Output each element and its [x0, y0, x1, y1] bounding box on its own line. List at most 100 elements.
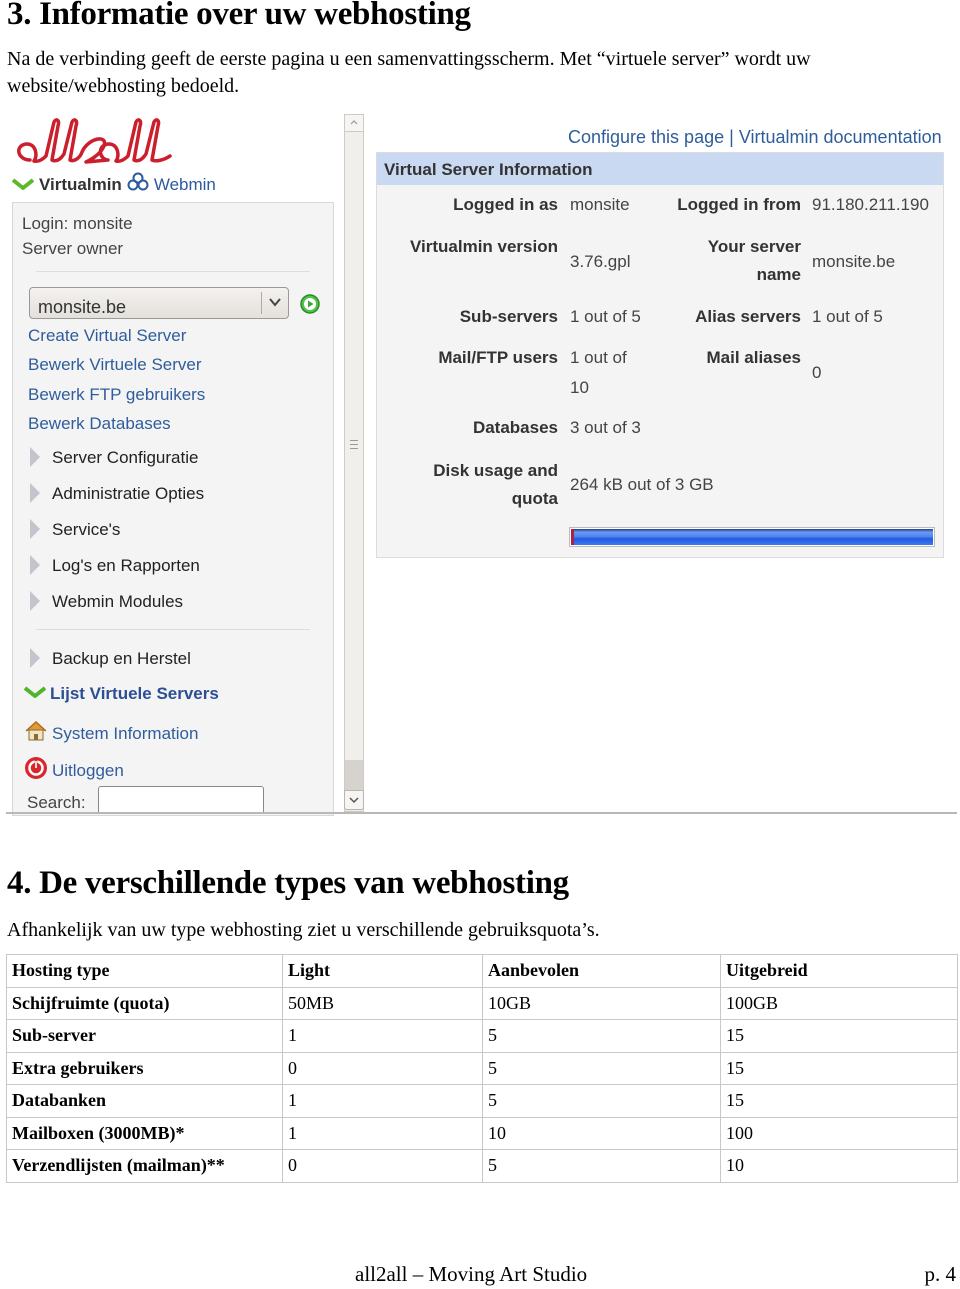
- go-button[interactable]: [300, 294, 320, 314]
- section-3-paragraph-line-1: Na de verbinding geeft de eerste pagina …: [7, 48, 811, 70]
- table-cell: 15: [720, 1051, 958, 1085]
- select-separator: [261, 292, 262, 314]
- link-bewerk-virtuele-server[interactable]: Bewerk Virtuele Server: [28, 355, 202, 375]
- expand-triangle-icon[interactable]: [30, 447, 40, 467]
- divider: [36, 629, 310, 630]
- table-cell: 50MB: [282, 986, 483, 1020]
- category-services[interactable]: Service's: [52, 520, 120, 540]
- server-name-label-line-1: Your server: [707, 237, 801, 256]
- mail-aliases-value: 0: [812, 363, 822, 382]
- domain-select[interactable]: monsite.be: [29, 287, 289, 319]
- virtualmin-version-label: Virtualmin version: [409, 237, 558, 256]
- login-role: Server owner: [22, 239, 124, 258]
- link-create-virtual-server[interactable]: Create Virtual Server: [28, 326, 186, 346]
- link-bewerk-databases[interactable]: Bewerk Databases: [28, 414, 171, 434]
- mail-ftp-users-label: Mail/FTP users: [438, 348, 558, 367]
- table-cell: 10GB: [482, 986, 721, 1020]
- table-row: Schijfruimte (quota) 50MB 10GB 100GB: [6, 986, 958, 1020]
- mail-ftp-users-value-line-1: 1 out of: [570, 348, 627, 367]
- category-backup-en-herstel[interactable]: Backup en Herstel: [52, 649, 191, 669]
- section-4-heading: 4. De verschillende types van webhosting: [7, 865, 569, 901]
- row-label-cell: Databanken: [6, 1084, 283, 1118]
- table-cell: 5: [482, 1084, 721, 1118]
- table-header-row: Hosting type Light Aanbevolen Uitgebreid: [6, 954, 958, 988]
- virtualmin-check-icon: [11, 175, 35, 195]
- nav-uitloggen[interactable]: Uitloggen: [24, 756, 124, 785]
- table-cell: 10: [720, 1149, 958, 1183]
- databases-label: Databases: [472, 418, 558, 437]
- home-icon: [24, 720, 48, 747]
- all2all-logo: [8, 116, 183, 177]
- databases-value: 3 out of 3: [570, 418, 641, 437]
- table-cell: 100: [720, 1116, 958, 1150]
- login-user: Login: monsite: [22, 214, 133, 233]
- scrollbar-grip-icon: [350, 440, 358, 452]
- webmin-tab[interactable]: Webmin: [154, 175, 216, 195]
- mail-aliases-label: Mail aliases: [706, 348, 801, 367]
- mail-ftp-users-value-line-2: 10: [570, 378, 589, 397]
- alias-servers-value: 1 out of 5: [812, 307, 883, 326]
- nav-lijst-virtuele-servers[interactable]: Lijst Virtuele Servers: [23, 684, 219, 704]
- table-cell: 0: [282, 1149, 483, 1183]
- category-administratie-opties[interactable]: Administratie Opties: [52, 484, 204, 504]
- domain-select-value: monsite.be: [38, 297, 127, 317]
- page-number: p. 4: [924, 1262, 957, 1286]
- table-cell: 1: [282, 1116, 483, 1150]
- table-cell: 5: [482, 1149, 721, 1183]
- table-row: Verzendlijsten (mailman)** 0 5 10: [6, 1149, 958, 1183]
- panel-title: Virtual Server Information: [384, 160, 593, 179]
- all2all-logo-icon: [17, 118, 172, 164]
- scroll-down-button[interactable]: [344, 790, 364, 810]
- logged-in-as-label: Logged in as: [453, 195, 558, 214]
- expand-triangle-icon[interactable]: [30, 555, 40, 575]
- category-logs-en-rapporten[interactable]: Log's en Rapporten: [52, 556, 200, 576]
- expand-triangle-icon[interactable]: [30, 519, 40, 539]
- virtualmin-tab[interactable]: Virtualmin: [39, 175, 122, 195]
- disk-usage-label-line-1: Disk usage and: [433, 461, 558, 480]
- table-cell: Light: [282, 954, 483, 988]
- row-label-cell: Mailboxen (3000MB)*: [6, 1116, 283, 1150]
- configure-page-link[interactable]: Configure this page: [568, 127, 724, 147]
- sub-servers-value: 1 out of 5: [570, 307, 641, 326]
- server-name-label-line-2: name: [756, 265, 801, 284]
- section-3-paragraph-line-2: website/webhosting bedoeld.: [7, 75, 240, 97]
- logged-in-from-value: 91.180.211.190: [812, 195, 929, 214]
- system-information-label: System Information: [52, 723, 199, 743]
- lijst-label: Lijst Virtuele Servers: [50, 684, 219, 703]
- power-icon: [24, 756, 48, 785]
- server-name-value: monsite.be: [812, 252, 896, 271]
- logged-in-as-value: monsite: [570, 195, 630, 214]
- row-label-cell: Schijfruimte (quota): [6, 986, 283, 1020]
- category-server-configuratie[interactable]: Server Configuratie: [52, 448, 198, 468]
- nav-system-information[interactable]: System Information: [24, 720, 198, 747]
- disk-usage-progress-bar: [569, 527, 935, 547]
- divider: [36, 271, 310, 272]
- search-input[interactable]: [98, 786, 264, 814]
- disk-usage-value: 264 kB out of 3 GB: [570, 475, 714, 494]
- scrollbar-track[interactable]: [345, 760, 363, 790]
- section-4-paragraph: Afhankelijk van uw type webhosting ziet …: [7, 919, 600, 941]
- virtualmin-documentation-link[interactable]: Virtualmin documentation: [739, 127, 942, 147]
- hosting-types-table: Hosting type Light Aanbevolen Uitgebreid Sch…: [6, 954, 958, 1183]
- table-row: Databanken 1 5 15: [6, 1084, 958, 1118]
- table-cell: 15: [720, 1019, 958, 1053]
- expand-triangle-icon[interactable]: [30, 591, 40, 611]
- table-row: Extra gebruikers 0 5 15: [6, 1051, 958, 1085]
- disk-free-fill: [571, 529, 933, 545]
- login-info: Login: monsite Server owner: [22, 211, 133, 261]
- disk-used-fill: [571, 529, 574, 545]
- expand-triangle-icon[interactable]: [30, 648, 40, 668]
- row-label-cell: Verzendlijsten (mailman)**: [6, 1149, 283, 1183]
- alias-servers-label: Alias servers: [695, 307, 801, 326]
- scroll-up-button[interactable]: [344, 114, 364, 132]
- table-cell: 100GB: [720, 986, 958, 1020]
- search-label: Search:: [27, 793, 86, 812]
- table-row: Sub-server 1 5 15: [6, 1019, 958, 1053]
- link-separator: |: [729, 127, 734, 147]
- category-webmin-modules[interactable]: Webmin Modules: [52, 592, 183, 612]
- table-cell: 5: [482, 1019, 721, 1053]
- play-icon: [300, 294, 320, 314]
- expand-triangle-icon[interactable]: [30, 483, 40, 503]
- table-cell: 1: [282, 1084, 483, 1118]
- link-bewerk-ftp-gebruikers[interactable]: Bewerk FTP gebruikers: [28, 385, 205, 405]
